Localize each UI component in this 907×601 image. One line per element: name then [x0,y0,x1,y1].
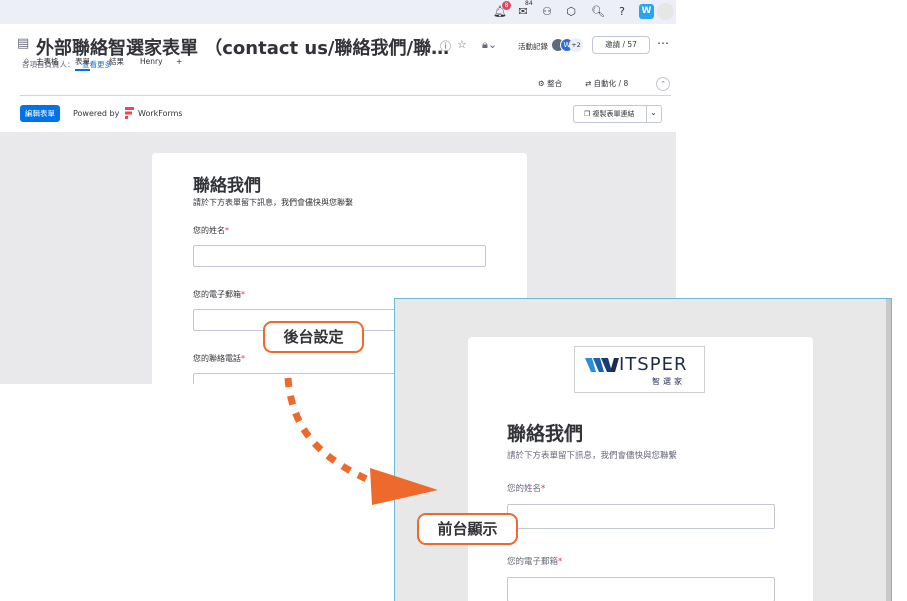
logo-subtitle: 智選家 [652,377,685,386]
frontend-form-card: ITSPER 智選家 聯絡我們 請於下方表單留下訊息，我們會儘快與您聯繫 您的姓… [468,337,813,601]
scrollbar-track [886,299,891,601]
integrate-button[interactable]: ⚙︎ 整合 [538,78,562,89]
dashed-arrow [284,377,438,505]
edit-form-button[interactable]: 編輯表單 [20,105,60,122]
frontend-callout-label: 前台顯示 [437,520,498,538]
board-header: ▤ 外部聯絡智選家表單 （contact us/聯絡我們/聯… ⓘ ☆ 🔒︎⌄ … [0,24,676,96]
form-description: 請於下方表單留下訊息，我們會儘快與您聯繫 [507,451,678,461]
field-label-phone: 您的聯絡電話* [193,354,245,363]
board-title[interactable]: 外部聯絡智選家表單 （contact us/聯絡我們/聯… [36,34,449,60]
home-icon: ⌂ [24,56,30,65]
add-view-button[interactable]: + [176,55,182,71]
witsper-logo: ITSPER 智選家 [574,346,705,393]
frontend-screenshot: ITSPER 智選家 聯絡我們 請於下方表單留下訊息，我們會儘快與您聯繫 您的姓… [394,298,892,601]
apps-icon[interactable]: ⬡ [563,4,579,20]
divider [646,106,647,122]
tab-results[interactable]: 結果 [109,55,124,71]
user-avatar[interactable] [657,3,674,20]
field-label-name: 您的姓名* [193,226,229,235]
workforms-name: WorkForms [138,109,183,118]
form-title: 聯絡我們 [193,176,261,196]
automate-button[interactable]: ⇄ 自動化 / 8 [585,78,628,89]
tab-henry[interactable]: Henry [140,55,163,71]
name-input[interactable] [193,245,486,267]
automate-label: 自動化 / 8 [593,79,629,88]
field-label-email: 您的電子郵箱* [193,290,245,299]
avatar-more-count[interactable]: +2 [569,38,583,52]
board-icon: ▤ [17,36,30,51]
email-input[interactable] [507,577,775,601]
invite-label: 邀請 / 57 [605,40,637,49]
tab-main-table[interactable]: 主表格 [36,55,59,71]
search-icon[interactable]: 🔍︎ [590,4,606,20]
activity-log-link[interactable]: 活動記錄 [518,41,548,52]
form-description: 請於下方表單留下訊息，我們會儘快與您聯繫 [193,198,353,207]
brand-badge[interactable]: W [639,4,654,19]
workforms-logo-icon [125,107,134,119]
invite-button[interactable]: 邀請 / 57 [592,36,650,54]
lock-icon[interactable]: 🔒︎⌄ [482,38,497,52]
tab-form[interactable]: 表單 [75,55,90,71]
help-icon[interactable]: ? [614,4,630,20]
name-input[interactable] [507,504,775,529]
field-label-name: 您的姓名* [507,484,546,494]
copy-form-link-button[interactable]: ❐ 複製表單連結 ⌄ [573,105,662,123]
info-icon[interactable]: ⓘ [440,38,451,54]
invite-icon[interactable]: ⚇ [539,4,555,20]
notification-badge: 8 [502,1,511,10]
frontend-callout: 前台顯示 [417,513,518,545]
more-options-icon[interactable]: ⋯ [657,36,669,50]
star-icon[interactable]: ☆ [457,38,467,51]
powered-by-label: Powered by [73,109,120,118]
inbox-count: 84 [525,0,533,7]
form-toolbar: 編輯表單 Powered by WorkForms ❐ 複製表單連結 ⌄ [0,96,676,132]
chevron-down-icon[interactable]: ⌄ [650,108,657,117]
integrate-label: 整合 [547,79,563,88]
logo-text: ITSPER [619,354,688,375]
edit-form-label: 編輯表單 [25,109,55,118]
collapse-header-button[interactable]: ⌃ [656,77,670,91]
copy-form-link-label: ❐ 複製表單連結 [584,110,635,118]
field-label-email: 您的電子郵箱* [507,557,563,567]
form-title: 聯絡我們 [507,423,584,445]
top-bar: 🔔︎ 8 ✉ 84 ⚇ ⬡ 🔍︎ ? W [0,0,676,24]
backend-callout: 後台設定 [263,321,364,353]
witsper-logo-mark-icon [585,358,619,372]
backend-callout-label: 後台設定 [283,328,344,346]
